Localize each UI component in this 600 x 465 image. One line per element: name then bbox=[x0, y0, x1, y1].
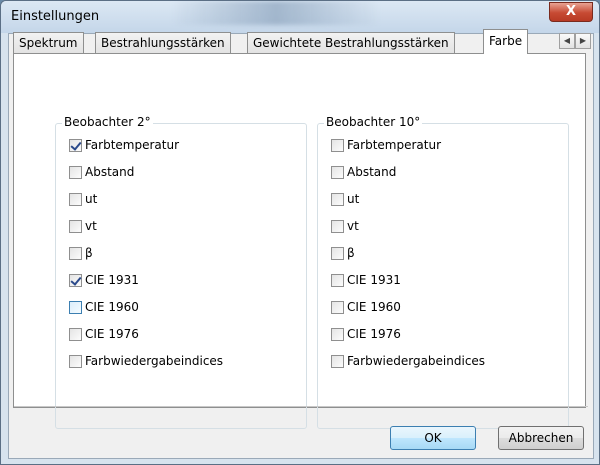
chevron-left-icon: ◀ bbox=[563, 36, 571, 45]
tab-gewichtete-bestrahlungsstaerken[interactable]: Gewichtete Bestrahlungsstärken bbox=[247, 32, 455, 53]
checkbox-farbtemperatur[interactable] bbox=[69, 138, 82, 152]
checkbox-label: Farbwiedergabeindices bbox=[85, 354, 224, 368]
checkbox-label: β bbox=[85, 246, 93, 260]
tab-scroll-left-button[interactable]: ◀ bbox=[559, 33, 575, 49]
tab-scroll-right-button[interactable]: ▶ bbox=[575, 33, 591, 49]
checkbox-label: ut bbox=[347, 192, 360, 206]
checkbox-label: β bbox=[347, 246, 355, 260]
checkbox-label: CIE 1976 bbox=[347, 327, 401, 341]
checkbox-row-ut[interactable]: ut bbox=[331, 191, 359, 207]
window-title: Einstellungen bbox=[11, 9, 100, 24]
checkbox-label: vt bbox=[347, 219, 359, 233]
close-button[interactable]: X bbox=[549, 2, 593, 22]
checkbox-label: vt bbox=[85, 219, 97, 233]
checkbox-row-vt[interactable]: vt bbox=[331, 218, 359, 234]
checkbox-row-cie-1976[interactable]: CIE 1976 bbox=[331, 326, 401, 342]
checkbox-cie-1976[interactable] bbox=[331, 327, 344, 341]
tab-farbe[interactable]: Farbe bbox=[483, 29, 529, 54]
checkbox-label: CIE 1960 bbox=[85, 300, 139, 314]
checkbox-row-farbwiedergabeindices[interactable]: Farbwiedergabeindices bbox=[331, 353, 485, 369]
checkbox-label: Farbwiedergabeindices bbox=[347, 354, 486, 368]
checkbox-beta[interactable] bbox=[331, 246, 344, 260]
checkbox-cie-1931[interactable] bbox=[331, 273, 344, 287]
checkbox-farbwiedergabeindices[interactable] bbox=[69, 354, 82, 368]
tab-spektrum[interactable]: Spektrum bbox=[13, 32, 84, 53]
checkbox-farbwiedergabeindices[interactable] bbox=[331, 354, 344, 368]
checkbox-row-cie-1960[interactable]: CIE 1960 bbox=[69, 299, 139, 315]
footer-separator bbox=[14, 406, 588, 407]
checkbox-label: CIE 1931 bbox=[347, 273, 401, 287]
checkbox-row-beta[interactable]: β bbox=[69, 245, 93, 261]
checkbox-row-cie-1960[interactable]: CIE 1960 bbox=[331, 299, 401, 315]
cancel-button-label: Abbrechen bbox=[508, 431, 574, 445]
checkbox-label: CIE 1976 bbox=[85, 327, 139, 341]
checkbox-ut[interactable] bbox=[331, 192, 344, 206]
checkbox-row-abstand[interactable]: Abstand bbox=[69, 164, 134, 180]
checkbox-cie-1960[interactable] bbox=[69, 300, 82, 314]
checkbox-ut[interactable] bbox=[69, 192, 82, 206]
checkbox-label: Abstand bbox=[85, 165, 135, 179]
chevron-right-icon: ▶ bbox=[579, 36, 587, 45]
group-observer-10deg: Beobachter 10° Farbtemperatur Abstand ut… bbox=[317, 115, 569, 429]
ok-button-label: OK bbox=[424, 431, 442, 445]
checkbox-vt[interactable] bbox=[331, 219, 344, 233]
checkbox-cie-1931[interactable] bbox=[69, 273, 82, 287]
group-title: Beobachter 10° bbox=[324, 115, 423, 129]
tab-label: Bestrahlungsstärken bbox=[101, 36, 225, 50]
tab-label: Farbe bbox=[489, 34, 523, 48]
checkbox-label: Abstand bbox=[347, 165, 397, 179]
ok-button[interactable]: OK bbox=[390, 426, 476, 450]
tab-label: Spektrum bbox=[19, 36, 78, 50]
checkbox-label: Farbtemperatur bbox=[85, 138, 180, 152]
tab-strip: Spektrum Bestrahlungsstärken Gewichtete … bbox=[13, 29, 593, 54]
checkbox-label: CIE 1960 bbox=[347, 300, 401, 314]
checkbox-cie-1960[interactable] bbox=[331, 300, 344, 314]
cancel-button[interactable]: Abbrechen bbox=[498, 426, 584, 450]
checkbox-vt[interactable] bbox=[69, 219, 82, 233]
checkbox-abstand[interactable] bbox=[69, 165, 82, 179]
checkbox-row-cie-1931[interactable]: CIE 1931 bbox=[331, 272, 401, 288]
background-window-title bbox=[171, 1, 381, 25]
checkbox-label: CIE 1931 bbox=[85, 273, 139, 287]
checkbox-farbtemperatur[interactable] bbox=[331, 138, 344, 152]
checkbox-row-farbtemperatur[interactable]: Farbtemperatur bbox=[331, 137, 441, 153]
checkbox-row-cie-1931[interactable]: CIE 1931 bbox=[69, 272, 139, 288]
checkbox-row-abstand[interactable]: Abstand bbox=[331, 164, 396, 180]
checkbox-row-farbwiedergabeindices[interactable]: Farbwiedergabeindices bbox=[69, 353, 223, 369]
group-title: Beobachter 2° bbox=[62, 115, 153, 129]
group-observer-2deg: Beobachter 2° Farbtemperatur Abstand ut … bbox=[55, 115, 307, 429]
settings-dialog: Einstellungen X Spektrum Bestrahlungsstä… bbox=[0, 0, 600, 465]
checkbox-row-vt[interactable]: vt bbox=[69, 218, 97, 234]
checkbox-row-farbtemperatur[interactable]: Farbtemperatur bbox=[69, 137, 179, 153]
checkbox-label: ut bbox=[85, 192, 98, 206]
checkbox-beta[interactable] bbox=[69, 246, 82, 260]
checkbox-cie-1976[interactable] bbox=[69, 327, 82, 341]
checkbox-abstand[interactable] bbox=[331, 165, 344, 179]
checkbox-row-ut[interactable]: ut bbox=[69, 191, 97, 207]
close-icon: X bbox=[565, 4, 577, 19]
checkbox-row-cie-1976[interactable]: CIE 1976 bbox=[69, 326, 139, 342]
tab-label: Gewichtete Bestrahlungsstärken bbox=[253, 36, 449, 50]
checkbox-label: Farbtemperatur bbox=[347, 138, 442, 152]
checkbox-row-beta[interactable]: β bbox=[331, 245, 355, 261]
tab-bestrahlungsstaerken[interactable]: Bestrahlungsstärken bbox=[95, 32, 231, 53]
